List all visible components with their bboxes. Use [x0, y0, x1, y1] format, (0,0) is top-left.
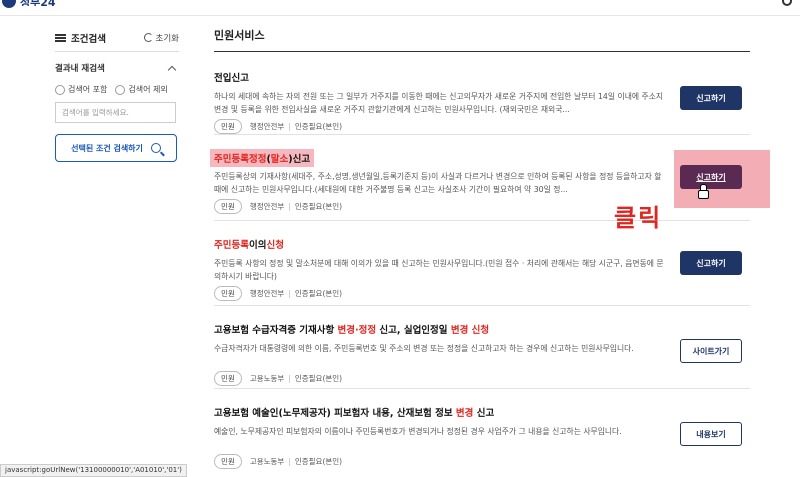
- view-details-button[interactable]: 내용보기: [680, 422, 742, 446]
- category-tag: 민원: [214, 286, 242, 301]
- search-icon: [150, 143, 161, 153]
- item-title-link[interactable]: 고용보험 예술인(노무제공자) 피보험자 내용, 산재보험 정보 변경 신고: [214, 405, 494, 419]
- list-item: 고용보험 수급자격증 기재사항 변경·정정 신고, 실업인정일 변경 신청 수급…: [214, 306, 750, 389]
- title-keyword: 말소: [270, 154, 289, 165]
- item-description: 예술인, 노무제공자인 피보험자의 이름이나 주민등록번호가 변경되거나 정정된…: [214, 427, 622, 436]
- radio-include[interactable]: 검색어 포함: [55, 84, 107, 95]
- top-navigation-bar: 정부24: [0, 0, 800, 16]
- title-text: 신고, 실업인정일: [376, 325, 451, 336]
- title-text: 고용보험 예술인(노무제공자) 피보험자 내용, 산재보험 정보: [214, 408, 456, 419]
- title-text: )신고: [288, 154, 311, 165]
- item-meta: 민원 행정안전부 | 인증필요(본인): [214, 119, 750, 134]
- item-organization: 고용노동부: [249, 457, 285, 466]
- reset-button[interactable]: 초기화: [143, 32, 179, 44]
- radio-exclude[interactable]: 검색어 제외: [115, 84, 168, 95]
- report-button[interactable]: 신고하기: [680, 165, 742, 189]
- browser-status-bar: javascript:goUrlNew('13100000010','A0101…: [0, 464, 187, 477]
- title-keyword: 변경: [450, 325, 469, 336]
- site-link-button[interactable]: 사이트가기: [680, 339, 742, 363]
- category-tag: 민원: [214, 199, 242, 214]
- list-item: 주민등록이의신청 주민등록 사항의 정정 및 말소처분에 대해 이의가 있을 때…: [214, 221, 750, 306]
- section-title: 민원서비스: [214, 24, 750, 52]
- filter-sidebar: 조건검색 초기화 결과내 재검색 검색어 포함 검색어 제외 선택된 조건 검색…: [55, 24, 179, 162]
- item-meta: 민원 행정안전부 | 인증필요(본인): [214, 286, 750, 301]
- apply-filter-label: 선택된 조건 검색하기: [71, 143, 143, 153]
- item-organization: 행정안전부: [249, 122, 285, 131]
- filter-header: 조건검색 초기화: [55, 24, 179, 52]
- category-tag: 민원: [214, 371, 242, 386]
- title-keyword: 신청: [471, 325, 490, 336]
- filter-title: 조건검색: [55, 31, 106, 45]
- click-annotation: 클릭: [614, 204, 663, 232]
- filter-sliders-icon: [55, 33, 66, 42]
- title-keyword: 주민등록: [214, 240, 249, 251]
- item-title-link[interactable]: 주민등록정정(말소)신고: [210, 149, 315, 167]
- item-auth: 인증필요(본인): [294, 374, 343, 383]
- refresh-icon: [143, 33, 153, 42]
- item-title-link[interactable]: 주민등록이의신청: [214, 237, 284, 251]
- item-auth: 인증필요(본인): [294, 457, 343, 466]
- item-title-link[interactable]: 전입신고: [214, 70, 249, 84]
- refine-search-input[interactable]: [55, 102, 176, 123]
- title-text: 이의: [248, 240, 267, 251]
- item-meta: 민원 고용노동부 | 인증필요(본인): [214, 371, 750, 386]
- site-logo-text[interactable]: 정부24: [20, 0, 56, 6]
- item-description: 수급자격자가 대통령령에 의한 이름, 주민등록번호 및 주소의 변경 또는 정…: [214, 344, 634, 353]
- item-auth: 인증필요(본인): [294, 202, 343, 211]
- title-text: 고용보험 수급자격증 기재사항: [214, 325, 338, 336]
- title-keyword: 신청: [266, 240, 284, 251]
- radio-include-label: 검색어 포함: [68, 85, 108, 94]
- item-description: 주민등록상의 기재사항(세대주, 주소,성명,생년월일,등록기준지 등)이 사실…: [214, 172, 662, 194]
- chevron-up-icon[interactable]: [167, 65, 177, 74]
- radio-include-circle[interactable]: [55, 84, 65, 95]
- meta-divider: |: [288, 457, 291, 466]
- item-title-link[interactable]: 고용보험 수급자격증 기재사항 변경·정정 신고, 실업인정일 변경 신청: [214, 322, 489, 336]
- item-auth: 인증필요(본인): [294, 289, 343, 298]
- item-auth: 인증필요(본인): [294, 122, 343, 131]
- search-icon[interactable]: [782, 0, 792, 6]
- filter-title-label: 조건검색: [71, 33, 106, 45]
- government-logo-icon[interactable]: [2, 0, 16, 8]
- meta-divider: |: [288, 122, 291, 131]
- reset-label: 초기화: [155, 33, 179, 44]
- hand-cursor-icon: [698, 184, 709, 199]
- title-keyword: 주민등록정정: [214, 154, 267, 165]
- item-meta: 민원 행정안전부 | 인증필요(본인): [214, 199, 750, 214]
- category-tag: 민원: [214, 454, 242, 469]
- item-organization: 행정안전부: [249, 202, 285, 211]
- meta-divider: |: [288, 202, 291, 211]
- item-description: 주민등록 사항의 정정 및 말소처분에 대해 이의가 있을 때 신고하는 민원사…: [214, 259, 664, 281]
- report-button[interactable]: 신고하기: [680, 86, 742, 110]
- search-mode-radios: 검색어 포함 검색어 제외: [55, 84, 179, 95]
- category-tag: 민원: [214, 119, 242, 134]
- item-organization: 고용노동부: [249, 374, 285, 383]
- meta-divider: |: [288, 289, 291, 298]
- item-description: 하나의 세대에 속하는 자의 전원 또는 그 일부가 거주지를 이동한 때에는 …: [214, 92, 664, 114]
- title-keyword: 변경: [337, 325, 356, 336]
- results-section: 민원서비스 전입신고 하나의 세대에 속하는 자의 전원 또는 그 일부가 거주…: [210, 24, 770, 469]
- meta-divider: |: [288, 374, 291, 383]
- item-meta: 민원 고용노동부 | 인증필요(본인): [214, 454, 750, 469]
- title-text: 신고: [473, 408, 495, 419]
- radio-exclude-circle[interactable]: [115, 84, 126, 95]
- report-button[interactable]: 신고하기: [680, 251, 742, 275]
- list-item: 고용보험 예술인(노무제공자) 피보험자 내용, 산재보험 정보 변경 신고 예…: [214, 389, 750, 469]
- radio-exclude-label: 검색어 제외: [128, 85, 168, 94]
- title-keyword: 정정: [358, 325, 377, 336]
- refine-search-header[interactable]: 결과내 재검색: [55, 62, 179, 74]
- refine-search-title: 결과내 재검색: [55, 64, 105, 74]
- item-organization: 행정안전부: [249, 289, 285, 298]
- list-item: 주민등록정정(말소)신고 주민등록상의 기재사항(세대주, 주소,성명,생년월일…: [210, 135, 770, 221]
- list-item: 전입신고 하나의 세대에 속하는 자의 전원 또는 그 일부가 거주지를 이동한…: [214, 52, 750, 135]
- title-keyword: 변경: [455, 408, 474, 419]
- apply-filter-button[interactable]: 선택된 조건 검색하기: [55, 134, 177, 162]
